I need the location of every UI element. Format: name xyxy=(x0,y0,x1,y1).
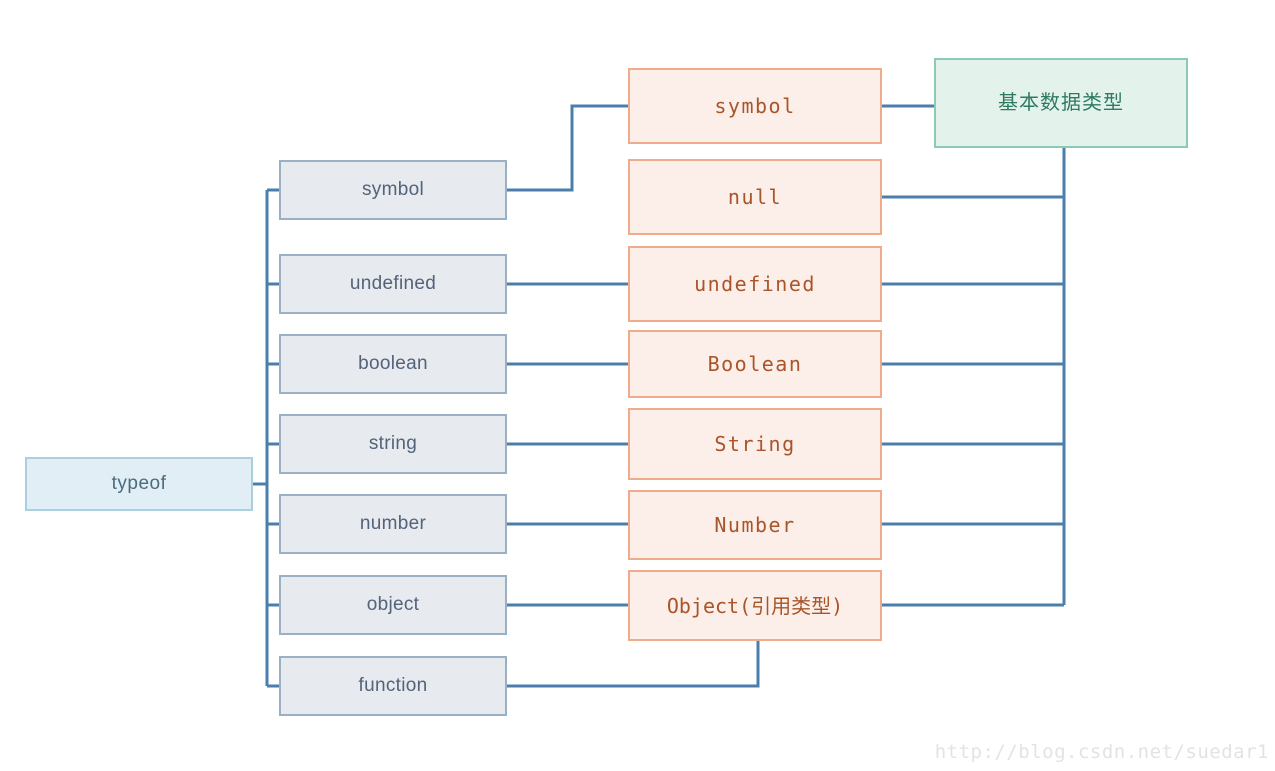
node-label: symbol xyxy=(714,94,796,118)
node-label: boolean xyxy=(358,352,428,374)
node-label: Number xyxy=(714,513,796,537)
node-typeof-label: typeof xyxy=(111,472,167,494)
node-typeof-result-function[interactable]: function xyxy=(279,656,507,716)
node-category-basic-data-types[interactable]: 基本数据类型 xyxy=(934,58,1188,148)
node-label: string xyxy=(368,432,418,454)
node-typeof[interactable]: typeof xyxy=(25,457,253,511)
diagram-canvas: typeof symbol undefined boolean string n… xyxy=(0,0,1275,771)
node-label: symbol xyxy=(362,178,424,200)
node-label: function xyxy=(358,674,428,696)
wire-symbol-to-symbol xyxy=(507,104,628,192)
node-label: undefined xyxy=(349,272,437,294)
node-label: object xyxy=(366,593,420,615)
node-label: undefined xyxy=(694,272,816,296)
watermark-url: http://blog.csdn.net/suedar1 xyxy=(934,741,1269,763)
node-label: null xyxy=(727,185,783,209)
wire-function-to-object xyxy=(507,641,760,688)
node-datatype-object[interactable]: Object(引用类型) xyxy=(628,570,882,641)
node-typeof-result-object[interactable]: object xyxy=(279,575,507,635)
node-label: number xyxy=(359,512,427,534)
node-datatype-number[interactable]: Number xyxy=(628,490,882,560)
node-label: String xyxy=(714,432,796,456)
node-datatype-symbol[interactable]: symbol xyxy=(628,68,882,144)
node-datatype-string[interactable]: String xyxy=(628,408,882,480)
node-typeof-result-symbol[interactable]: symbol xyxy=(279,160,507,220)
node-label: 基本数据类型 xyxy=(998,92,1124,114)
node-typeof-result-number[interactable]: number xyxy=(279,494,507,554)
node-datatype-null[interactable]: null xyxy=(628,159,882,235)
node-typeof-result-undefined[interactable]: undefined xyxy=(279,254,507,314)
node-label: Object(引用类型) xyxy=(666,593,844,618)
node-datatype-boolean[interactable]: Boolean xyxy=(628,330,882,398)
node-typeof-result-string[interactable]: string xyxy=(279,414,507,474)
node-typeof-result-boolean[interactable]: boolean xyxy=(279,334,507,394)
node-datatype-undefined[interactable]: undefined xyxy=(628,246,882,322)
node-label: Boolean xyxy=(707,352,803,376)
